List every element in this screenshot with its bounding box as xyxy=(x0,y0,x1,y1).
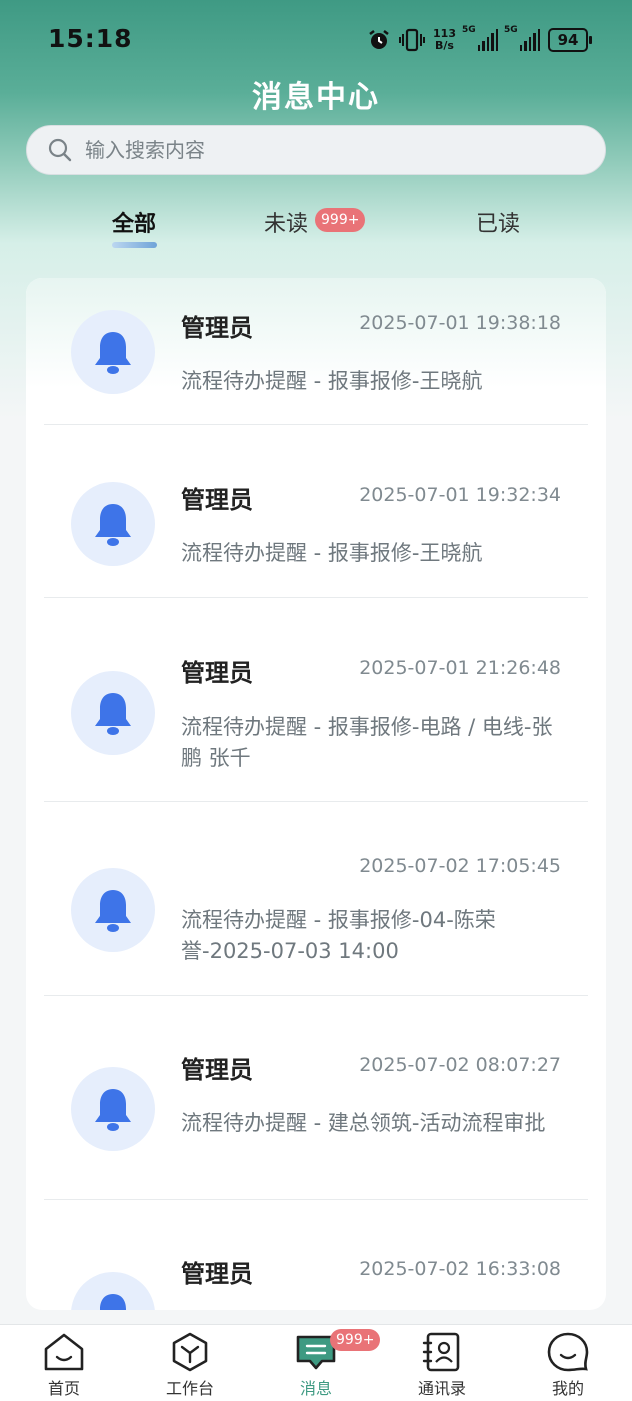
battery-icon: 94 xyxy=(548,28,592,52)
search-bar[interactable] xyxy=(26,125,606,175)
nav-home-label: 首页 xyxy=(47,1379,80,1398)
network-speed: 113 B/s xyxy=(433,28,456,52)
bell-icon xyxy=(100,1294,126,1310)
nav-home[interactable]: 首页 xyxy=(14,1325,114,1401)
nav-workbench[interactable]: 工作台 xyxy=(140,1325,240,1401)
status-icons: 113 B/s 5G 5G 94 xyxy=(367,24,592,56)
alarm-icon xyxy=(369,30,389,49)
message-time: 2025-07-01 21:26:48 xyxy=(359,657,561,679)
nav-mine-label: 我的 xyxy=(551,1379,584,1398)
message-text: 流程待办提醒 - 报事报修-04-陈荣誉-2025-07-03 14:00 xyxy=(181,908,496,963)
message-tabs: 全部 未读 999+ 已读 xyxy=(0,200,632,260)
status-time: 15:18 xyxy=(48,24,133,53)
message-time: 2025-07-02 17:05:45 xyxy=(359,855,561,877)
message-item[interactable]: 管理员 2025-07-01 21:26:48 流程待办提醒 - 报事报修-电路… xyxy=(44,598,588,802)
bell-icon xyxy=(95,890,131,932)
message-text: 流程待办提醒 - 报事报修-电路 / 电线-张鹏 张千 xyxy=(181,715,553,770)
nav-mine[interactable]: 我的 xyxy=(518,1325,618,1401)
nav-messages[interactable]: 999+ 消息 xyxy=(266,1325,381,1401)
message-time: 2025-07-01 19:32:34 xyxy=(359,484,561,506)
tab-unread-label: 未读 xyxy=(264,212,309,237)
message-item[interactable]: 管理员 2025-07-01 19:32:34 流程待办提醒 - 报事报修-王晓… xyxy=(44,425,588,598)
message-text: 流程待办提醒 - 报事报修-王晓航 xyxy=(181,541,483,565)
signal-label: 5G xyxy=(504,25,518,35)
signal-label: 5G xyxy=(462,25,476,35)
message-avatar xyxy=(71,868,155,952)
message-item[interactable]: 管理员 2025-07-02 16:33:08 xyxy=(44,1200,588,1310)
bell-icon xyxy=(95,1089,131,1131)
message-avatar xyxy=(71,310,155,394)
tab-all[interactable]: 全部 xyxy=(112,206,156,238)
nav-workbench-label: 工作台 xyxy=(165,1379,214,1398)
message-text: 流程待办提醒 - 报事报修-王晓航 xyxy=(181,369,483,393)
bottom-nav: 首页 工作台 999+ 消息 通讯录 我的 xyxy=(0,1324,632,1401)
message-time: 2025-07-02 08:07:27 xyxy=(359,1054,561,1076)
message-avatar xyxy=(71,1067,155,1151)
bell-icon xyxy=(95,504,131,546)
status-bar: 15:18 113 B/s 5G 5G 94 xyxy=(0,0,632,80)
message-avatar xyxy=(71,1272,155,1310)
tab-unread[interactable]: 未读 xyxy=(264,206,308,238)
nav-messages-label: 消息 xyxy=(299,1379,332,1398)
nav-contacts-label: 通讯录 xyxy=(417,1379,466,1398)
message-avatar xyxy=(71,482,155,566)
network-speed-unit: B/s xyxy=(435,39,454,52)
message-sender: 管理员 xyxy=(181,314,253,342)
message-time: 2025-07-01 19:38:18 xyxy=(359,312,561,334)
message-item[interactable]: 2025-07-02 17:05:45 流程待办提醒 - 报事报修-04-陈荣誉… xyxy=(44,802,588,996)
message-sender: 管理员 xyxy=(181,659,253,687)
message-sender: 管理员 xyxy=(181,486,253,514)
message-avatar xyxy=(71,671,155,755)
tab-active-indicator xyxy=(112,242,157,248)
home-icon xyxy=(44,1333,84,1371)
message-text: 流程待办提醒 - 建总领筑-活动流程审批 xyxy=(181,1111,546,1135)
search-input[interactable] xyxy=(83,137,567,163)
message-sender: 管理员 xyxy=(181,1056,253,1084)
message-time: 2025-07-02 16:33:08 xyxy=(359,1258,561,1280)
tab-read[interactable]: 已读 xyxy=(476,206,520,238)
search-icon xyxy=(48,138,72,162)
message-item[interactable]: 管理员 2025-07-01 19:38:18 流程待办提醒 - 报事报修-王晓… xyxy=(44,278,588,425)
signal-icon: 5G xyxy=(504,25,541,51)
cube-icon xyxy=(172,1332,208,1372)
message-list: 管理员 2025-07-01 19:38:18 流程待办提醒 - 报事报修-王晓… xyxy=(26,278,606,1310)
contacts-icon xyxy=(422,1332,460,1372)
profile-icon xyxy=(547,1332,589,1372)
signal-icon: 5G xyxy=(462,25,499,51)
bell-icon xyxy=(95,332,131,374)
vibrate-icon xyxy=(399,28,426,52)
messages-count-badge: 999+ xyxy=(330,1329,381,1351)
page-title: 消息中心 xyxy=(252,80,380,115)
message-sender: 管理员 xyxy=(181,1260,253,1288)
bell-icon xyxy=(95,693,131,735)
nav-contacts[interactable]: 通讯录 xyxy=(392,1325,492,1401)
unread-count-badge: 999+ xyxy=(315,208,366,232)
message-item[interactable]: 管理员 2025-07-02 08:07:27 流程待办提醒 - 建总领筑-活动… xyxy=(44,996,588,1200)
